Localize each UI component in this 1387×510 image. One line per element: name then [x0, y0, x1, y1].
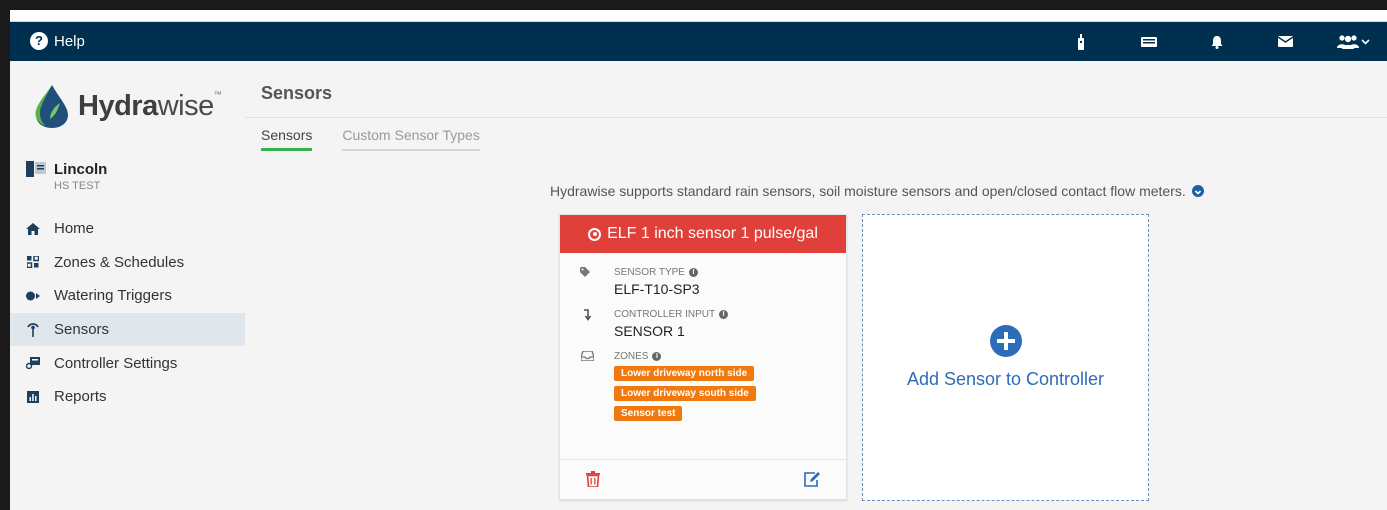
controller-icon	[26, 161, 46, 177]
title-divider	[245, 117, 1387, 118]
remote-controller-icon[interactable]	[1047, 22, 1115, 61]
sidebar-item-watering-triggers[interactable]: Watering Triggers	[10, 279, 245, 313]
zone-tag[interactable]: Sensor test	[614, 406, 683, 421]
sidebar-item-label: Watering Triggers	[54, 287, 172, 305]
trash-icon[interactable]	[586, 471, 600, 492]
sensor-type-field: SENSOR TYPE i ELF-T10-SP3	[578, 267, 700, 297]
input-arrow-icon	[578, 309, 596, 339]
tags-icon	[578, 267, 596, 297]
reports-icon	[26, 390, 40, 404]
sidebar-item-label: Home	[54, 220, 95, 238]
page-title: Sensors	[261, 83, 333, 103]
controller-input-value: SENSOR 1	[614, 323, 685, 339]
sidebar: Hydrawise™ Lincoln HS TEST Home Zones & …	[10, 61, 245, 510]
sidebar-item-label: Reports	[54, 388, 107, 406]
sensor-card-footer	[560, 459, 846, 499]
water-drop-logo-icon	[35, 85, 68, 128]
info-message: Hydrawise supports standard rain sensors…	[550, 183, 1204, 199]
envelope-icon[interactable]	[1251, 22, 1319, 61]
zones-field: ZONES i Lower driveway north side Lower d…	[578, 351, 756, 421]
sidebar-item-home[interactable]: Home	[10, 212, 245, 246]
sensor-type-label: SENSOR TYPE	[614, 267, 685, 278]
zone-tag[interactable]: Lower driveway north side	[614, 366, 755, 381]
sidebar-item-controller-settings[interactable]: Controller Settings	[10, 346, 245, 380]
add-sensor-label: Add Sensor to Controller	[906, 369, 1105, 389]
hydrawise-logo[interactable]: Hydrawise™	[32, 83, 222, 129]
info-text: Hydrawise supports standard rain sensors…	[550, 183, 1186, 199]
sensor-card: ELF 1 inch sensor 1 pulse/gal SENSOR TYP…	[559, 214, 847, 500]
home-icon	[26, 222, 40, 236]
sidebar-item-label: Sensors	[54, 321, 110, 339]
users-menu-button[interactable]	[1319, 22, 1387, 61]
tab-custom-sensor-types[interactable]: Custom Sensor Types	[342, 127, 480, 151]
info-icon[interactable]: i	[688, 268, 698, 277]
controller-name: Lincoln	[54, 161, 108, 178]
sensor-name: ELF 1 inch sensor 1 pulse/gal	[607, 225, 818, 242]
help-label: Help	[54, 32, 85, 50]
expand-info-icon[interactable]	[1191, 185, 1204, 197]
zone-tag-list: Lower driveway north side Lower driveway…	[614, 366, 756, 421]
target-icon	[588, 227, 602, 241]
zones-label: ZONES	[614, 351, 649, 362]
info-icon[interactable]: i	[652, 352, 662, 361]
sensor-type-value: ELF-T10-SP3	[614, 281, 700, 297]
inbox-icon	[578, 351, 596, 421]
sidebar-item-zones-schedules[interactable]: Zones & Schedules	[10, 246, 245, 280]
controller-input-field: CONTROLLER INPUT i SENSOR 1	[578, 309, 729, 339]
zones-grid-icon	[26, 255, 40, 269]
controller-settings-icon	[26, 356, 40, 370]
info-icon[interactable]: i	[719, 310, 729, 319]
sensor-card-header[interactable]: ELF 1 inch sensor 1 pulse/gal	[560, 215, 846, 253]
top-navbar: ? Help	[10, 22, 1387, 61]
plus-circle-icon	[989, 325, 1022, 357]
controller-selector[interactable]: Lincoln HS TEST	[26, 161, 107, 192]
users-icon	[1337, 34, 1370, 49]
logo-wordmark: Hydrawise™	[78, 89, 222, 122]
edit-icon[interactable]	[803, 471, 820, 492]
controller-subtitle: HS TEST	[54, 180, 101, 192]
bell-icon[interactable]	[1183, 22, 1251, 61]
help-icon: ?	[30, 32, 48, 50]
sidebar-nav: Home Zones & Schedules Watering Triggers…	[10, 212, 245, 414]
controller-input-label: CONTROLLER INPUT	[614, 309, 716, 320]
sensor-tabs: Sensors Custom Sensor Types	[261, 127, 480, 151]
keyboard-icon[interactable]	[1115, 22, 1183, 61]
sidebar-item-reports[interactable]: Reports	[10, 380, 245, 414]
sensor-antenna-icon	[26, 322, 40, 337]
tab-sensors[interactable]: Sensors	[261, 127, 313, 151]
top-icon-group	[1047, 22, 1387, 61]
sidebar-item-label: Zones & Schedules	[54, 253, 185, 271]
help-link[interactable]: ? Help	[30, 32, 85, 50]
sidebar-item-sensors[interactable]: Sensors	[10, 312, 245, 347]
browser-strip	[10, 10, 1387, 22]
zone-tag[interactable]: Lower driveway south side	[614, 386, 756, 401]
app-frame: ? Help Hydrawise™ Lincoln HS TEST Home Z…	[0, 0, 1387, 510]
triggers-icon	[26, 289, 40, 303]
sidebar-item-label: Controller Settings	[54, 354, 178, 372]
main-content: Sensors Sensors Custom Sensor Types Hydr…	[245, 61, 1387, 510]
add-sensor-card[interactable]: Add Sensor to Controller	[862, 214, 1149, 501]
